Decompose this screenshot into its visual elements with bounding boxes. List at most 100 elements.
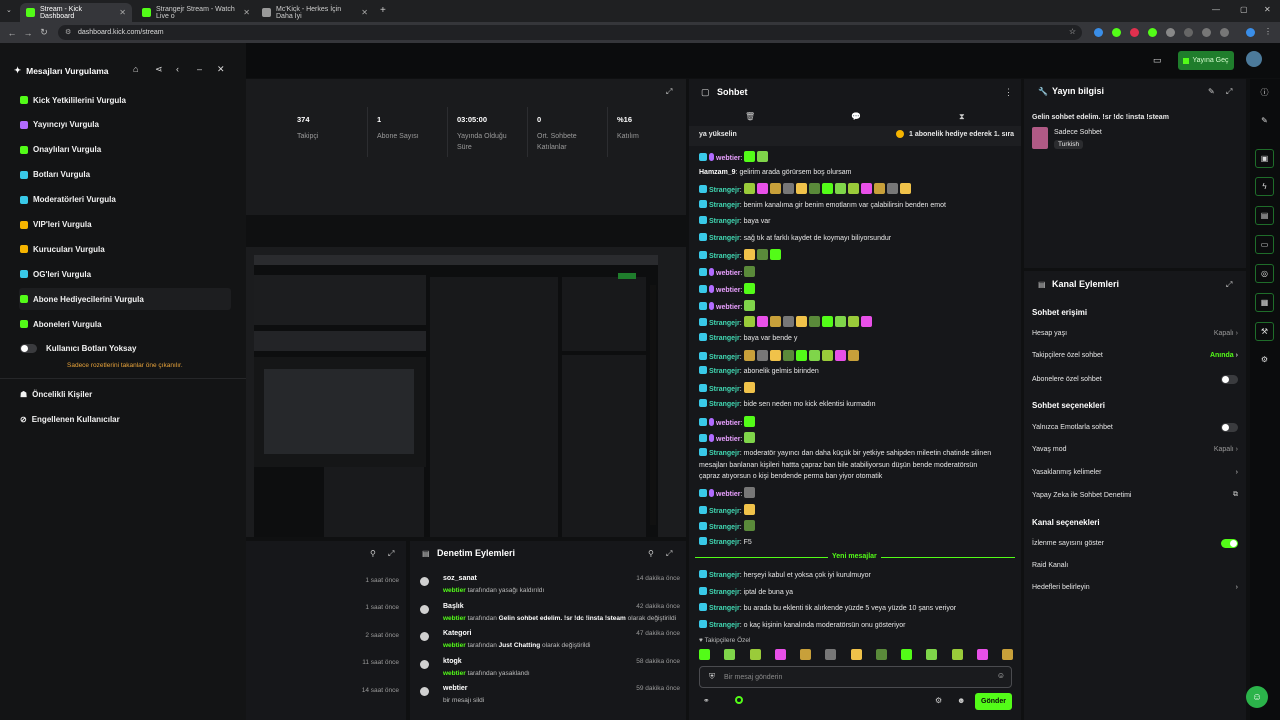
chat-input[interactable]: ⛨ Bir mesaj gönderin ☺ xyxy=(699,666,1012,688)
user-avatar[interactable] xyxy=(1246,51,1262,67)
address-bar[interactable]: ⚙ dashboard.kick.com/stream ☆ xyxy=(58,25,1082,40)
back-chevron-icon[interactable]: ‹ xyxy=(176,64,179,74)
moderator-name[interactable]: webtier xyxy=(443,670,466,677)
chat-username[interactable]: Strangejr xyxy=(709,202,740,209)
emote-icon[interactable] xyxy=(926,649,938,660)
highlight-option[interactable]: Abone Hediyecilerini Vurgula xyxy=(19,288,231,311)
moderation-entry[interactable]: Başlık 42 dakika önce webtier tarafından G… xyxy=(420,601,680,629)
ai-moderation-setting[interactable]: Yapay Zeka ile Sohbet Denetimi ⧉ xyxy=(1032,491,1238,499)
chat-username[interactable]: Strangejr xyxy=(709,572,740,579)
hourglass-icon[interactable]: ⧗ xyxy=(959,112,965,122)
chat-username[interactable]: webtier xyxy=(716,304,741,311)
chat-username[interactable]: Strangejr xyxy=(709,539,740,546)
chat-message[interactable]: Strangejr: xyxy=(699,520,1015,533)
chat-message[interactable]: Strangejr: baya var xyxy=(699,216,1015,227)
close-window-icon[interactable]: ✕ xyxy=(1264,5,1271,14)
ignore-user-bots-toggle[interactable]: Kullanıcı Botları Yoksay xyxy=(19,337,231,359)
expand-icon[interactable]: ⤢ xyxy=(1226,280,1232,290)
emote-icon[interactable] xyxy=(1002,649,1013,660)
filter-icon[interactable]: ⚲ xyxy=(648,549,654,558)
emote-icon[interactable] xyxy=(850,649,862,660)
chat-username[interactable]: Strangejr xyxy=(709,320,740,327)
chat-message[interactable]: Strangejr: xyxy=(699,504,1015,517)
list-icon[interactable]: ▤ xyxy=(1255,206,1274,225)
pinned-bar[interactable]: ya yükselin 1 abonelik hediye ederek 1. … xyxy=(689,126,1021,146)
chat-username[interactable]: Strangejr xyxy=(709,450,740,457)
minimize-icon[interactable]: – xyxy=(197,64,202,74)
extension-icon[interactable] xyxy=(1094,28,1103,37)
bot-avatar-icon[interactable]: ☻ xyxy=(957,696,965,705)
expand-icon[interactable]: ⤢ xyxy=(666,87,672,97)
chat-username[interactable]: Strangejr xyxy=(709,386,740,393)
highlight-option[interactable]: Aboneleri Vurgula xyxy=(19,313,231,335)
chat-message[interactable]: webtier: xyxy=(699,283,1015,296)
lightning-icon[interactable]: ϟ xyxy=(1255,177,1274,196)
account-age-setting[interactable]: Hesap yaşı Kapalı › xyxy=(1032,330,1238,337)
trash-icon[interactable]: 🗑 xyxy=(745,112,755,121)
chat-username[interactable]: Strangejr xyxy=(709,253,740,260)
chat-username[interactable]: Strangejr xyxy=(709,368,740,375)
toggle-switch[interactable] xyxy=(1221,539,1238,548)
share-icon[interactable]: ⋖ xyxy=(155,64,163,75)
chat-message[interactable]: Strangejr: bu arada bu eklenti tik alırk… xyxy=(699,603,1015,614)
highlight-option[interactable]: Yayıncıyı Vurgula xyxy=(19,114,231,136)
settings-icon[interactable]: ⚙ xyxy=(1255,350,1274,369)
emote-icon[interactable] xyxy=(774,649,786,660)
browser-tab[interactable]: Strangejr Stream - Watch Live o ✕ xyxy=(136,3,256,22)
emote-icon[interactable] xyxy=(951,649,963,660)
highlight-option[interactable]: Botları Vurgula xyxy=(19,164,231,186)
moderation-entry[interactable]: webtier 59 dakika önce bir mesajı sildi xyxy=(420,683,680,711)
browser-menu-icon[interactable]: ⋮ xyxy=(1264,27,1272,36)
chat-message[interactable]: Strangejr: baya var bende y xyxy=(699,333,1015,344)
chat-username[interactable]: webtier xyxy=(716,287,741,294)
chat-message[interactable]: mesajları banlanan kişileri hattta çapra… xyxy=(699,460,1015,471)
chat-message[interactable]: Strangejr: xyxy=(699,249,1015,262)
close-icon[interactable]: ✕ xyxy=(217,64,225,75)
chat-icon[interactable]: ▭ xyxy=(1255,235,1274,254)
target-icon[interactable]: ◎ xyxy=(1255,264,1274,283)
chat-username[interactable]: Strangejr xyxy=(709,605,740,612)
moderator-name[interactable]: webtier xyxy=(443,615,466,622)
followers-only-setting[interactable]: Takipçilere özel sohbet Anında › xyxy=(1032,352,1238,359)
media-icon[interactable]: ▣ xyxy=(1255,149,1274,168)
chat-message[interactable]: Strangejr: o kaç kişinin kanalında moder… xyxy=(699,619,1015,631)
downloads-icon[interactable] xyxy=(1202,28,1211,37)
box-icon[interactable]: ▦ xyxy=(1255,293,1274,312)
chat-username[interactable]: webtier xyxy=(716,270,741,277)
maximize-window-icon[interactable]: ▢ xyxy=(1240,5,1248,14)
tab-close-icon[interactable]: ✕ xyxy=(361,8,368,17)
chat-message[interactable]: webtier: xyxy=(699,300,1015,313)
emoji-icon[interactable]: ☺ xyxy=(997,671,1005,680)
priority-users-link[interactable]: ☗ Öncelikli Kişiler xyxy=(19,383,231,405)
send-button[interactable]: Gönder xyxy=(975,693,1012,710)
extensions-puzzle-icon[interactable] xyxy=(1184,28,1193,37)
settings-icon[interactable]: ⚙ xyxy=(935,696,942,705)
chat-message[interactable]: Strangejr: moderatör yayıncı dan daha kü… xyxy=(699,448,1015,459)
emote-icon[interactable] xyxy=(976,649,988,660)
chat-message[interactable]: webtier: xyxy=(699,487,1015,500)
highlight-option[interactable]: Kick Yetkililerini Vurgula xyxy=(19,89,231,111)
bookmark-star-icon[interactable]: ☆ xyxy=(1069,27,1076,36)
chat-message[interactable]: Strangejr: benim kanalıma gir benim emot… xyxy=(699,200,1015,211)
chat-username[interactable]: Strangejr xyxy=(709,187,740,194)
browser-tab[interactable]: Mc'Kick - Herkes İçin Daha İyi ✕ xyxy=(256,3,374,22)
chat-message[interactable]: webtier: xyxy=(699,266,1015,279)
emote-icon[interactable] xyxy=(901,649,912,660)
goals-setting[interactable]: Hedefleri belirleyin › xyxy=(1032,584,1238,591)
tab-search-icon[interactable]: ⌄ xyxy=(6,6,12,14)
info-icon[interactable]: ⓘ xyxy=(1255,83,1274,102)
highlight-option[interactable]: VIP'leri Vurgula xyxy=(19,214,231,236)
highlight-option[interactable]: Onaylıları Vurgula xyxy=(19,139,231,161)
chat-username[interactable]: Strangejr xyxy=(709,589,740,596)
expand-icon[interactable]: ⤢ xyxy=(1226,87,1232,97)
chat-message[interactable]: webtier: xyxy=(699,432,1015,445)
moderation-entry[interactable]: ktogk 58 dakika önce webtier tarafından ya… xyxy=(420,656,680,684)
edit-icon[interactable]: ✎ xyxy=(1208,87,1215,96)
emote-icon[interactable] xyxy=(724,649,736,660)
highlight-option[interactable]: Moderatörleri Vurgula xyxy=(19,189,231,211)
expand-icon[interactable]: ⤢ xyxy=(388,549,394,559)
go-live-button[interactable]: Yayına Geç xyxy=(1178,51,1234,70)
chat-username[interactable]: Strangejr xyxy=(709,335,740,342)
chat-username[interactable]: Strangejr xyxy=(709,235,740,242)
chat-username[interactable]: webtier xyxy=(716,436,741,443)
